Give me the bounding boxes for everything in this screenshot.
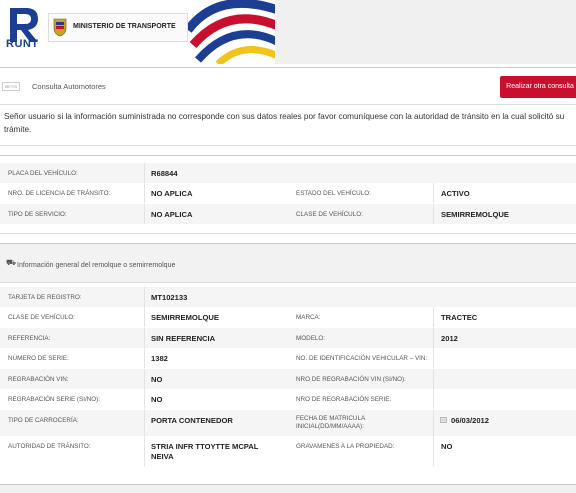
estado-value: ACTIVO [441, 189, 470, 198]
ministry-badge: MINISTERIO DE TRANSPORTE [48, 13, 188, 42]
placa-value: R68844 [151, 169, 178, 178]
column-divider [144, 204, 145, 224]
truck-icon: ⛟ [6, 258, 17, 267]
runt-logo-text: RUNT [6, 38, 39, 50]
divider [0, 145, 576, 146]
modelo-label: MODELO: [296, 335, 326, 342]
row-licencia: NRO. DE LICENCIA DE TRÁNSITO: NO APLICA … [0, 183, 576, 203]
nro-regrab-vin-label: NRO DE REGRABACIÓN VIN (SI/NO): [296, 376, 406, 383]
modelo-value: 2012 [441, 334, 458, 343]
servicio-value: NO APLICA [151, 210, 193, 219]
gravamenes-label: GRAVAMENES A LA PROPIEDAD: [296, 443, 395, 450]
column-divider [433, 307, 434, 327]
carroceria-label: TIPO DE CARROCERÍA: [8, 417, 79, 424]
column-divider [144, 328, 145, 348]
row-referencia-modelo: REFERENCIA: SIN REFERENCIA MODELO: 2012 [0, 328, 576, 348]
column-divider [433, 369, 434, 389]
coat-of-arms-icon [53, 18, 67, 37]
column-divider [433, 328, 434, 348]
row-serie-vin: NÚMERO DE SERIE: 1382 NO. DE IDENTIFICAC… [0, 348, 576, 368]
gravamenes-value: NO [441, 442, 453, 451]
query-bar: METIS Consulta Automotores Realizar otra… [0, 67, 576, 105]
fecha-value: 06/03/2012 [451, 416, 490, 425]
autoridad-value: STRIA INFR TTOyTTE MCPAL NEIVA [151, 442, 259, 461]
tarjeta-label: TARJETA DE REGISTRO: [8, 294, 82, 301]
serie-value: 1382 [151, 354, 168, 363]
page-header: RUNT MINISTERIO DE TRANSPORTE [0, 0, 576, 64]
row-autoridad: AUTORIDAD DE TRÁNSITO: STRIA INFR TTOyTT… [0, 436, 576, 466]
column-divider [433, 183, 434, 203]
row-clase-marca: CLASE DE VEHÍCULO: SEMIRREMOLQUE MARCA: … [0, 307, 576, 327]
column-divider [144, 389, 145, 409]
decorative-ribbon-icon [188, 0, 278, 64]
column-divider [144, 163, 145, 183]
column-divider [433, 389, 434, 409]
column-divider [144, 183, 145, 203]
ministry-name: MINISTERIO DE TRANSPORTE [73, 23, 176, 30]
referencia-label: REFERENCIA: [8, 335, 51, 342]
servicio-label: TIPO DE SERVICIO: [8, 211, 67, 218]
marca-value: TRACTEC [441, 313, 478, 322]
row-regrab-vin: REGRABACIÓN VIN: NO NRO DE REGRABACIÓN V… [0, 369, 576, 389]
page-title: Consulta Automotores [32, 82, 106, 91]
new-query-button[interactable]: Realizar otra consulta [500, 76, 576, 98]
notice-text: Señor usuario si la información suminist… [4, 112, 565, 134]
trailer-clase-label: CLASE DE VEHÍCULO: [8, 314, 75, 321]
marca-label: MARCA: [296, 314, 321, 321]
column-divider [144, 348, 145, 368]
estado-label: ESTADO DEL VEHÍCULO: [296, 190, 371, 197]
row-carroceria-fecha: TIPO DE CARROCERÍA: PORTA CONTENEDOR FEC… [0, 410, 576, 436]
metis-icon: METIS [2, 82, 20, 91]
column-divider [144, 287, 145, 307]
tarjeta-value: MT102133 [151, 293, 188, 302]
column-divider [144, 436, 145, 466]
row-tarjeta: TARJETA DE REGISTRO: MT102133 [0, 287, 576, 307]
regrab-serie-label: REGRABACIÓN SERIE (SI/NO): [8, 396, 101, 403]
trailer-clase-value: SEMIRREMOLQUE [151, 313, 219, 322]
regrab-serie-value: NO [151, 395, 163, 404]
column-divider [433, 204, 434, 224]
column-divider [144, 307, 145, 327]
autoridad-label: AUTORIDAD DE TRÁNSITO: [8, 443, 91, 450]
fecha-label: FECHA DE MATRICULA INICIAL(DD/MM/AAAA): [296, 415, 365, 430]
nro-regrab-serie-label: NRO DE REGRABACIÓN SERIE: [296, 396, 392, 403]
calendar-icon [440, 417, 447, 423]
referencia-value: SIN REFERENCIA [151, 334, 216, 343]
row-placa: PLACA DEL VEHÍCULO: R68844 [0, 163, 576, 183]
trailer-section-header[interactable]: ⛟ Información general del remolque o sem… [0, 243, 576, 283]
clase-value: SEMIRREMOLQUE [441, 210, 509, 219]
column-divider [433, 348, 434, 368]
trailer-section-title: Información general del remolque o semir… [17, 262, 176, 269]
column-divider [144, 410, 145, 436]
clase-label: CLASE DE VEHÍCULO: [296, 211, 363, 218]
regrab-vin-label: REGRABACIÓN VIN: [8, 376, 69, 383]
next-section-header[interactable] [0, 484, 576, 493]
column-divider [433, 410, 434, 436]
placa-label: PLACA DEL VEHÍCULO: [8, 170, 78, 177]
row-regrab-serie: REGRABACIÓN SERIE (SI/NO): NO NRO DE REG… [0, 389, 576, 409]
vin-id-label: NO. DE IDENTIFICACIÓN VEHICULAR – VIN: [296, 355, 428, 362]
header-background [275, 0, 576, 64]
row-servicio: TIPO DE SERVICIO: NO APLICA CLASE DE VEH… [0, 204, 576, 224]
regrab-vin-value: NO [151, 375, 163, 384]
column-divider [433, 436, 434, 466]
serie-label: NÚMERO DE SERIE: [8, 355, 69, 362]
column-divider [144, 369, 145, 389]
licencia-value: NO APLICA [151, 189, 193, 198]
licencia-label: NRO. DE LICENCIA DE TRÁNSITO: [8, 190, 111, 197]
carroceria-value: PORTA CONTENEDOR [151, 416, 233, 425]
